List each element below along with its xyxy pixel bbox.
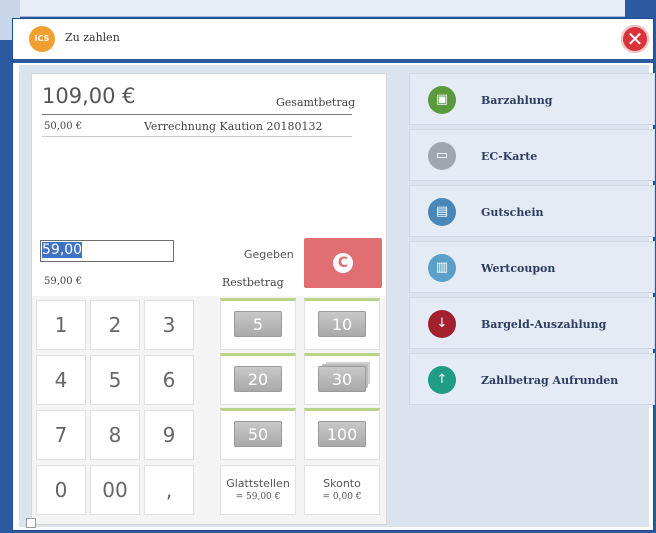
cash-payout-icon: ↓ <box>428 310 456 338</box>
divider <box>42 114 352 115</box>
banknote-icon: 20 <box>234 366 282 392</box>
payment-dialog: iCS Zu zahlen ✕ 109,00 € Gesamtbetrag 50… <box>12 18 655 531</box>
given-amount-value: 59,00 <box>42 242 83 258</box>
round-up-icon: ↑ <box>428 366 456 394</box>
given-label: Gegeben <box>244 248 294 261</box>
banknote-icon: 50 <box>234 421 282 447</box>
app-logo-icon: iCS <box>29 26 55 52</box>
key-1[interactable]: 1 <box>36 300 86 350</box>
key-7[interactable]: 7 <box>36 410 86 460</box>
skonto-label: Skonto <box>323 477 361 490</box>
bill-50-button[interactable]: 50 <box>220 408 296 460</box>
rest-amount: 59,00 € <box>44 276 83 287</box>
key-comma[interactable]: , <box>144 465 194 515</box>
key-00[interactable]: 00 <box>90 465 140 515</box>
banknote-icon: 10 <box>318 311 366 337</box>
payment-bargeld-auszahlung-button[interactable]: ↓ Bargeld-Auszahlung <box>409 297 655 349</box>
card-icon: ▭ <box>428 142 456 170</box>
bill-20-button[interactable]: 20 <box>220 353 296 405</box>
total-label: Gesamtbetrag <box>276 96 356 109</box>
dialog-title: Zu zahlen <box>65 31 120 44</box>
key-5[interactable]: 5 <box>90 355 140 405</box>
key-0[interactable]: 0 <box>36 465 86 515</box>
given-amount-input[interactable]: 59,00 <box>40 240 174 262</box>
key-4[interactable]: 4 <box>36 355 86 405</box>
payment-label: Bargeld-Auszahlung <box>481 318 607 331</box>
payment-label: Wertcoupon <box>481 262 556 275</box>
voucher-icon: ▤ <box>428 198 456 226</box>
key-2[interactable]: 2 <box>90 300 140 350</box>
glattstellen-label: Glattstellen <box>226 477 290 490</box>
payment-label: Gutschein <box>481 206 544 219</box>
dialog-content: 109,00 € Gesamtbetrag 50,00 € Verrechnun… <box>19 65 655 527</box>
key-3[interactable]: 3 <box>144 300 194 350</box>
deposit-amount: 50,00 € <box>44 121 83 132</box>
payment-label: Zahlbetrag Aufrunden <box>481 374 619 387</box>
close-button[interactable]: ✕ <box>621 25 649 53</box>
payment-wertcoupon-button[interactable]: ▥ Wertcoupon <box>409 241 655 293</box>
bill-100-button[interactable]: 100 <box>304 408 380 460</box>
resize-grip-icon[interactable] <box>26 518 36 528</box>
deposit-label: Verrechnung Kaution 20180132 <box>144 120 323 133</box>
glattstellen-value: = 59,00 € <box>235 492 281 502</box>
payment-zahlbetrag-aufrunden-button[interactable]: ↑ Zahlbetrag Aufrunden <box>409 353 655 405</box>
clear-icon: C <box>333 253 353 273</box>
background-window <box>0 0 625 17</box>
coupon-icon: ▥ <box>428 254 456 282</box>
payment-panel: 109,00 € Gesamtbetrag 50,00 € Verrechnun… <box>31 73 387 525</box>
total-amount: 109,00 € <box>42 84 136 108</box>
rest-label: Restbetrag <box>222 276 284 289</box>
key-9[interactable]: 9 <box>144 410 194 460</box>
payment-label: Barzahlung <box>481 94 553 107</box>
divider <box>42 136 352 137</box>
payment-label: EC-Karte <box>481 150 538 163</box>
cash-register-icon: ▣ <box>428 86 456 114</box>
banknote-stack-icon: 30 <box>318 366 366 392</box>
bill-5-button[interactable]: 5 <box>220 298 296 350</box>
payment-barzahlung-button[interactable]: ▣ Barzahlung <box>409 73 655 125</box>
payment-gutschein-button[interactable]: ▤ Gutschein <box>409 185 655 237</box>
skonto-value: = 0,00 € <box>322 492 362 502</box>
bill-30-button[interactable]: 30 <box>304 353 380 405</box>
banknote-icon: 100 <box>318 421 366 447</box>
glattstellen-button[interactable]: Glattstellen = 59,00 € <box>220 465 296 515</box>
banknote-icon: 5 <box>234 311 282 337</box>
key-8[interactable]: 8 <box>90 410 140 460</box>
clear-button[interactable]: C <box>304 238 382 288</box>
key-6[interactable]: 6 <box>144 355 194 405</box>
payment-ec-karte-button[interactable]: ▭ EC-Karte <box>409 129 655 181</box>
amount-summary: 109,00 € Gesamtbetrag 50,00 € Verrechnun… <box>32 74 386 296</box>
skonto-button[interactable]: Skonto = 0,00 € <box>304 465 380 515</box>
bill-10-button[interactable]: 10 <box>304 298 380 350</box>
title-bar: iCS Zu zahlen ✕ <box>13 19 653 63</box>
